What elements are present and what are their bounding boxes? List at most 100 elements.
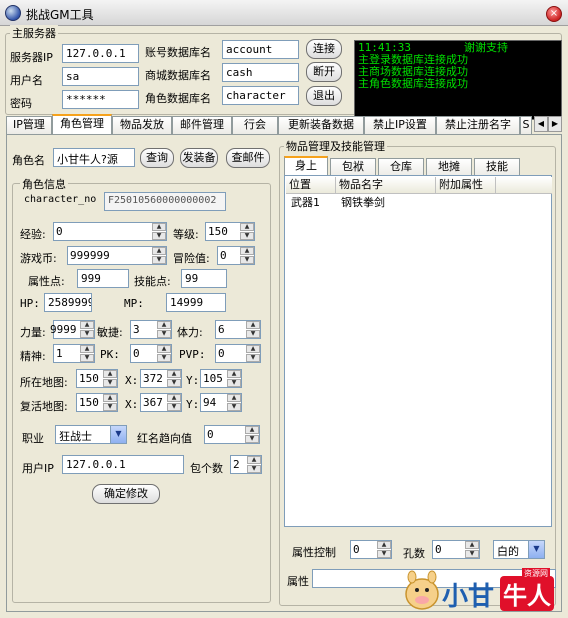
spin-down-icon[interactable]: ▼ [465, 550, 479, 558]
bag-count-spinner[interactable]: 2 ▲ ▼ [230, 455, 262, 474]
character-no-field[interactable]: F25010560000000002 [104, 192, 226, 211]
mp-field[interactable]: 14999 [166, 293, 226, 312]
spin-down-icon[interactable]: ▼ [157, 330, 171, 338]
cash-db-field[interactable]: cash [222, 63, 299, 82]
pk-spinner[interactable]: 0 ▲ ▼ [130, 344, 172, 363]
spin-down-icon[interactable]: ▼ [157, 354, 171, 362]
spin-down-icon[interactable]: ▼ [377, 550, 391, 558]
chevron-down-icon[interactable]: ▼ [110, 426, 126, 443]
hole-count-spinner[interactable]: 0 ▲ ▼ [432, 540, 480, 559]
red-name-spinner[interactable]: 0 ▲ ▼ [204, 425, 260, 444]
item-list[interactable]: 位置 物品名字 附加属性 武器1 钢铁拳剑 [284, 175, 552, 527]
tab-role-management[interactable]: 角色管理 [52, 114, 112, 134]
tab-ip-management[interactable]: IP管理 [6, 116, 52, 134]
tab-overflow[interactable]: S [520, 116, 532, 134]
spin-down-icon[interactable]: ▼ [246, 354, 260, 362]
spin-down-icon[interactable]: ▼ [246, 330, 260, 338]
tab-mail-management[interactable]: 邮件管理 [172, 116, 232, 134]
spin-up-icon[interactable]: ▲ [80, 345, 94, 353]
current-map-spinner[interactable]: 150 ▲ ▼ [76, 369, 118, 388]
spin-up-icon[interactable]: ▲ [152, 223, 166, 231]
spin-down-icon[interactable]: ▼ [240, 232, 254, 240]
revive-y-spinner[interactable]: 94 ▲ ▼ [200, 393, 242, 412]
spin-up-icon[interactable]: ▲ [103, 370, 117, 378]
skill-points-field[interactable]: 99 [181, 269, 227, 288]
spin-up-icon[interactable]: ▲ [240, 247, 254, 255]
spin-up-icon[interactable]: ▲ [246, 345, 260, 353]
server-ip-field[interactable]: 127.0.0.1 [62, 44, 139, 63]
spin-down-icon[interactable]: ▼ [80, 330, 94, 338]
disconnect-button[interactable]: 断开 [306, 62, 342, 82]
pvp-spinner[interactable]: 0 ▲ ▼ [215, 344, 261, 363]
subtab-warehouse[interactable]: 仓库 [378, 158, 424, 176]
spin-up-icon[interactable]: ▲ [227, 394, 241, 402]
query-button[interactable]: 查询 [140, 148, 174, 168]
tab-ban-ip[interactable]: 禁止IP设置 [364, 116, 436, 134]
subtab-equipped[interactable]: 身上 [284, 156, 328, 176]
connect-button[interactable]: 连接 [306, 39, 342, 59]
spin-down-icon[interactable]: ▼ [227, 403, 241, 411]
spin-up-icon[interactable]: ▲ [227, 370, 241, 378]
table-row[interactable]: 武器1 钢铁拳剑 [286, 195, 552, 211]
spirit-spinner[interactable]: 1 ▲ ▼ [53, 344, 95, 363]
password-field[interactable]: ****** [62, 90, 139, 109]
hp-field[interactable]: 2589999 [44, 293, 92, 312]
spin-up-icon[interactable]: ▲ [157, 321, 171, 329]
spin-down-icon[interactable]: ▼ [247, 465, 261, 473]
spin-up-icon[interactable]: ▲ [377, 541, 391, 549]
tab-scroll-left-icon[interactable]: ◀ [534, 116, 548, 132]
attr-points-field[interactable]: 999 [77, 269, 129, 288]
spin-down-icon[interactable]: ▼ [152, 256, 166, 264]
spin-up-icon[interactable]: ▲ [167, 394, 181, 402]
spin-up-icon[interactable]: ▲ [245, 426, 259, 434]
revive-map-spinner[interactable]: 150 ▲ ▼ [76, 393, 118, 412]
send-equipment-button[interactable]: 发装备 [180, 148, 218, 168]
close-button[interactable]: × [546, 6, 562, 22]
chevron-down-icon[interactable]: ▼ [528, 541, 544, 558]
spin-down-icon[interactable]: ▼ [103, 403, 117, 411]
spin-up-icon[interactable]: ▲ [167, 370, 181, 378]
job-select[interactable]: 狂战士 ▼ [55, 425, 127, 444]
spin-up-icon[interactable]: ▲ [246, 321, 260, 329]
user-ip-field[interactable]: 127.0.0.1 [62, 455, 184, 474]
agility-spinner[interactable]: 3 ▲ ▼ [130, 320, 172, 339]
spin-down-icon[interactable]: ▼ [167, 379, 181, 387]
level-spinner[interactable]: 150 ▲ ▼ [205, 222, 255, 241]
adventure-spinner[interactable]: 0 ▲ ▼ [217, 246, 255, 265]
map-y-spinner[interactable]: 105 ▲ ▼ [200, 369, 242, 388]
confirm-modify-button[interactable]: 确定修改 [92, 484, 160, 504]
stamina-spinner[interactable]: 6 ▲ ▼ [215, 320, 261, 339]
account-db-field[interactable]: account [222, 40, 299, 59]
strength-spinner[interactable]: 9999 ▲ ▼ [50, 320, 95, 339]
char-db-field[interactable]: character [222, 86, 299, 105]
spin-up-icon[interactable]: ▲ [157, 345, 171, 353]
tab-guild[interactable]: 行会 [232, 116, 278, 134]
spin-up-icon[interactable]: ▲ [240, 223, 254, 231]
subtab-stall[interactable]: 地摊 [426, 158, 472, 176]
role-name-field[interactable]: 小甘牛人?源 [53, 148, 135, 167]
spin-down-icon[interactable]: ▼ [167, 403, 181, 411]
spin-down-icon[interactable]: ▼ [227, 379, 241, 387]
revive-x-spinner[interactable]: 367 ▲ ▼ [140, 393, 182, 412]
map-x-spinner[interactable]: 372 ▲ ▼ [140, 369, 182, 388]
spin-up-icon[interactable]: ▲ [103, 394, 117, 402]
spin-down-icon[interactable]: ▼ [152, 232, 166, 240]
tab-update-equipment[interactable]: 更新装备数据 [278, 116, 364, 134]
exit-button[interactable]: 退出 [306, 86, 342, 106]
tab-ban-names[interactable]: 禁止注册名字 [436, 116, 520, 134]
column-slot[interactable]: 位置 [286, 177, 336, 194]
exp-spinner[interactable]: 0 ▲ ▼ [53, 222, 167, 241]
column-extra-attr[interactable]: 附加属性 [436, 177, 496, 194]
column-item-name[interactable]: 物品名字 [336, 177, 436, 194]
spin-up-icon[interactable]: ▲ [152, 247, 166, 255]
subtab-bag[interactable]: 包袱 [330, 158, 376, 176]
spin-down-icon[interactable]: ▼ [245, 435, 259, 443]
tab-scroll-right-icon[interactable]: ▶ [548, 116, 562, 132]
attr-control-spinner[interactable]: 0 ▲ ▼ [350, 540, 392, 559]
spin-down-icon[interactable]: ▼ [103, 379, 117, 387]
check-mail-button[interactable]: 查邮件 [226, 148, 270, 168]
spin-up-icon[interactable]: ▲ [465, 541, 479, 549]
quality-select[interactable]: 白的 ▼ [493, 540, 545, 559]
spin-down-icon[interactable]: ▼ [80, 354, 94, 362]
subtab-skills[interactable]: 技能 [474, 158, 520, 176]
